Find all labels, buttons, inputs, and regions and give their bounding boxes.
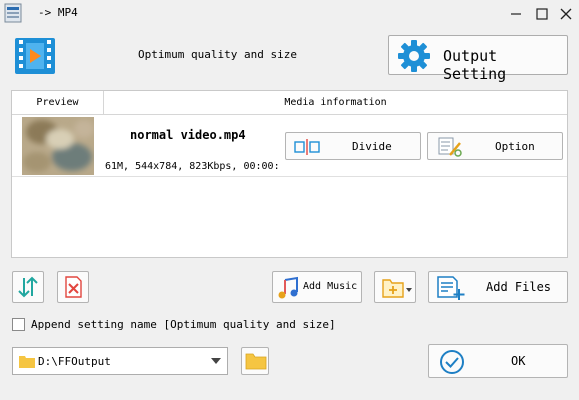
column-header-preview[interactable]: Preview [12,91,104,115]
add-files-label: Add Files [486,280,552,294]
divide-button[interactable]: Divide [285,132,421,160]
option-icon [438,137,462,157]
column-header-media-info[interactable]: Media information [104,91,567,115]
file-details: 61M, 544x784, 823Kbps, 00:00: [105,161,279,172]
table-row[interactable]: normal video.mp4 61M, 544x784, 823Kbps, … [12,115,567,177]
output-setting-button[interactable]: Output Setting [388,35,568,83]
gear-icon [397,39,431,73]
minimize-button[interactable] [506,4,526,24]
add-files-icon [437,276,465,300]
app-icon [4,3,22,23]
remove-file-icon [65,276,82,298]
check-circle-icon [440,350,464,374]
browse-folder-button[interactable] [241,347,269,375]
output-setting-label: Output Setting [443,47,507,83]
sort-button[interactable] [12,271,44,303]
ok-label: OK [511,354,526,368]
folder-icon [19,355,35,368]
window-title: -> MP4 [38,6,78,19]
add-files-button[interactable]: Add Files [428,271,568,303]
add-folder-button[interactable] [374,271,416,303]
sort-icon [18,276,38,298]
add-music-button[interactable]: Add Music [272,271,362,303]
output-folder-select[interactable]: D:\FFOutput [12,347,228,375]
option-label: Option [495,140,535,153]
ok-button[interactable]: OK [428,344,568,378]
open-folder-icon [245,353,267,370]
add-folder-icon [382,279,412,298]
divide-icon [294,139,320,155]
output-folder-value: D:\FFOutput [38,355,111,368]
append-setting-label[interactable]: Append setting name [Optimum quality and… [31,318,336,331]
chevron-down-icon [211,358,221,364]
remove-button[interactable] [57,271,89,303]
media-table: Preview Media information normal video.m… [11,90,568,258]
add-music-label: Add Music [303,281,358,292]
video-profile-icon [14,37,56,75]
close-button[interactable] [556,4,576,24]
music-note-icon [278,276,298,299]
option-button[interactable]: Option [427,132,563,160]
append-setting-checkbox[interactable] [12,318,25,331]
video-thumbnail [22,117,94,175]
file-name: normal video.mp4 [130,128,246,142]
maximize-button[interactable] [532,4,552,24]
title-bar: -> MP4 [0,0,579,28]
divide-label: Divide [352,140,392,153]
quality-text: Optimum quality and size [138,48,297,61]
